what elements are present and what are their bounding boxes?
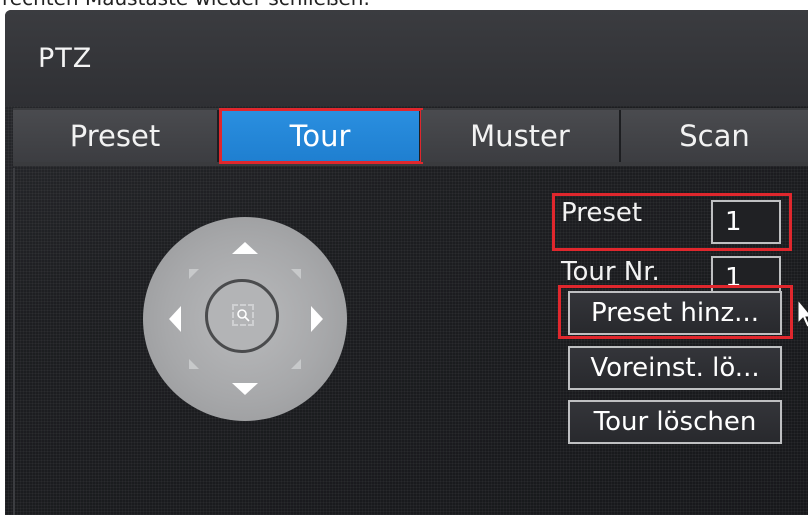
tab-preset[interactable]: Preset: [13, 110, 219, 162]
arrow-up-left-icon[interactable]: [189, 269, 199, 279]
window-title: PTZ: [38, 43, 93, 74]
ptz-joystick[interactable]: [143, 217, 347, 421]
delete-tour-button[interactable]: Tour löschen: [568, 400, 782, 444]
tab-muster[interactable]: Muster: [421, 110, 621, 162]
mouse-cursor-icon: [797, 298, 808, 333]
add-preset-button[interactable]: Preset hinz...: [568, 291, 782, 335]
joystick-center-button[interactable]: [205, 279, 279, 353]
arrow-left-icon[interactable]: [169, 306, 181, 332]
tab-bar: Preset Tour Muster Scan: [13, 108, 808, 166]
arrow-up-right-icon[interactable]: [291, 269, 301, 279]
preset-number-field[interactable]: 1: [711, 200, 781, 244]
tab-tour[interactable]: Tour: [219, 108, 423, 164]
zoom-center-icon: [232, 304, 254, 326]
arrow-down-left-icon[interactable]: [189, 359, 199, 369]
preset-label: Preset: [561, 198, 643, 228]
tour-number-label: Tour Nr.: [561, 257, 660, 287]
ptz-screen: PTZ Preset Tour Muster Scan Preset 1 Tou…: [5, 10, 808, 515]
top-caption-text: rechten Maustaste wieder schließen.: [2, 0, 370, 10]
title-bar: PTZ: [5, 10, 808, 106]
arrow-up-icon[interactable]: [232, 242, 258, 254]
arrow-down-right-icon[interactable]: [291, 359, 301, 369]
tab-scan[interactable]: Scan: [621, 110, 808, 162]
arrow-right-icon[interactable]: [311, 306, 323, 332]
arrow-down-icon[interactable]: [232, 383, 258, 395]
delete-preset-button[interactable]: Voreinst. lö...: [568, 346, 782, 390]
